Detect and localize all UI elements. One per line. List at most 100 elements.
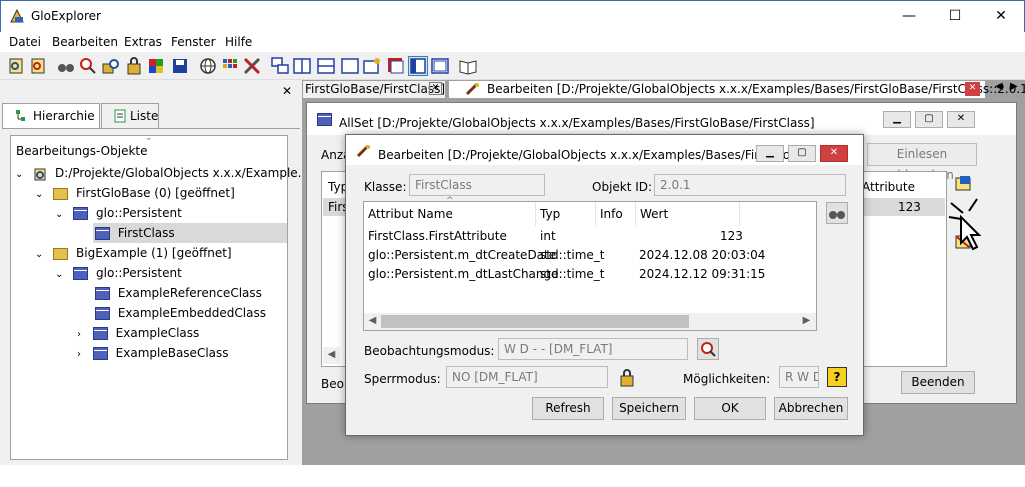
lock-icon[interactable]	[124, 56, 144, 76]
attr-wert-cell: 123	[720, 229, 743, 243]
speichern-button[interactable]: Speichern	[612, 397, 686, 420]
dialog-minimize-button[interactable]: ▁	[756, 145, 784, 162]
toggle-left-panel-icon[interactable]	[408, 56, 428, 76]
col-wert-header[interactable]: Wert	[636, 202, 740, 226]
search-icon[interactable]	[78, 56, 98, 76]
allset-minimize-button[interactable]: ▁	[883, 111, 911, 128]
scroll-left-icon[interactable]: ◀	[364, 313, 381, 330]
close-button[interactable]: ✕	[978, 1, 1024, 32]
folder-icon	[53, 187, 69, 200]
class-icon	[95, 307, 110, 320]
tab-liste[interactable]: Liste	[101, 103, 159, 129]
collapse-icon[interactable]: ⌄	[15, 169, 23, 180]
tab-hierarchie-label: Hierarchie	[33, 109, 95, 123]
open-icon[interactable]	[6, 56, 26, 76]
tab-close-icon[interactable]: ✕	[429, 82, 442, 95]
tile-horizontal-icon[interactable]	[316, 56, 336, 76]
class-icon	[95, 227, 110, 240]
collapse-icon[interactable]: ⌄	[35, 189, 43, 200]
tab-scroll-left-icon[interactable]: ◀	[995, 81, 1003, 92]
minimize-button[interactable]: —	[886, 1, 932, 32]
tree-view[interactable]: Bearbeitungs-Objekte ⌄ ⌄ D:/Projekte/Glo…	[10, 133, 309, 460]
lock-icon[interactable]	[617, 368, 637, 388]
refresh-button[interactable]: Refresh	[532, 397, 604, 420]
scroll-right-icon[interactable]: ▶	[798, 313, 815, 330]
class-icon	[92, 327, 108, 340]
expand-icon[interactable]: ›	[77, 329, 81, 340]
panel-close-icon[interactable]: ✕	[282, 84, 292, 98]
expand-icon[interactable]: ›	[77, 349, 81, 360]
abbrechen-button[interactable]: Abbrechen	[774, 397, 848, 420]
tile-vertical-icon[interactable]	[292, 56, 312, 76]
hierarchy-icon	[15, 109, 27, 126]
title-bar: GloExplorer — ☐ ✕	[0, 0, 1025, 32]
menu-fenster[interactable]: Fenster	[171, 35, 216, 49]
open-readonly-icon[interactable]	[28, 56, 48, 76]
menu-bearbeiten[interactable]: Bearbeiten	[52, 35, 118, 49]
allset-maximize-button[interactable]: ▢	[915, 111, 943, 128]
tree-item-persistent[interactable]: ⌄ glo::Persistent	[55, 203, 182, 223]
beenden-button[interactable]: Beenden	[901, 371, 975, 394]
tree-item-label: ExampleEmbeddedClass	[117, 306, 266, 320]
tree-item-exampleclass[interactable]: › ExampleClass	[77, 323, 199, 343]
horizontal-scrollbar[interactable]: ◀ ▶	[364, 313, 816, 330]
tree-item-bigexample[interactable]: ⌄ BigExample (1) [geöffnet]	[35, 243, 232, 263]
doc-tab-bearbeiten[interactable]: Bearbeiten [D:/Projekte/GlobalObjects x.…	[448, 80, 1025, 99]
tree-item-exampleembeddedclass[interactable]: ExampleEmbeddedClass	[95, 303, 266, 323]
window-list-icon[interactable]	[386, 56, 406, 76]
binoculars-icon[interactable]	[826, 202, 848, 224]
menu-extras[interactable]: Extras	[124, 35, 162, 49]
allset-close-button[interactable]: ✕	[947, 111, 975, 128]
ok-button[interactable]: OK	[694, 397, 766, 420]
doc-tab-allset[interactable]: FirstGloBase/FirstClass] ✕	[302, 80, 446, 99]
window-title: GloExplorer	[31, 9, 101, 23]
lock-search-icon[interactable]	[100, 56, 120, 76]
new-window-icon[interactable]	[362, 56, 382, 76]
dialog-close-button[interactable]: ✕	[820, 145, 848, 162]
collapse-icon[interactable]: ⌄	[55, 209, 63, 220]
allset-scroll-left-icon[interactable]: ◀	[323, 347, 340, 364]
save-icon[interactable]	[170, 56, 190, 76]
color-palette-icon[interactable]	[146, 56, 166, 76]
collapse-icon[interactable]: ⌄	[35, 249, 43, 260]
tree-item-firstglobase[interactable]: ⌄ FirstGloBase (0) [geöffnet]	[35, 183, 235, 203]
allset-side-add-icon[interactable]	[953, 173, 975, 195]
tree-item-firstclass[interactable]: FirstClass	[93, 223, 287, 243]
tab-hierarchie[interactable]: Hierarchie	[2, 103, 100, 129]
cascade-icon[interactable]	[270, 56, 290, 76]
help-icon[interactable]: ?	[827, 367, 847, 387]
maximize-button[interactable]: ☐	[932, 1, 978, 32]
tree-item-examplereferenceclass[interactable]: ExampleReferenceClass	[95, 283, 262, 303]
tools-icon[interactable]	[242, 56, 262, 76]
cancel-read-button[interactable]: Einlesen abbrechen	[867, 143, 977, 182]
tree-item-persistent[interactable]: ⌄ glo::Persistent	[55, 263, 182, 283]
dialog-maximize-button[interactable]: ▢	[788, 145, 816, 162]
watch-search-icon[interactable]	[697, 338, 719, 360]
tree-item-label: BigExample (1) [geöffnet]	[76, 246, 232, 260]
scroll-thumb[interactable]	[381, 315, 689, 328]
tab-scroll-right-icon[interactable]: ▶	[1010, 81, 1018, 92]
tree-item-examplebaseclass[interactable]: › ExampleBaseClass	[77, 343, 229, 363]
window-icon[interactable]	[340, 56, 360, 76]
col-typ-header[interactable]: Typ	[536, 202, 596, 226]
binoculars-icon[interactable]	[56, 56, 76, 76]
menu-datei[interactable]: Datei	[9, 35, 41, 49]
klasse-field: FirstClass	[409, 174, 545, 196]
globe-icon[interactable]	[198, 56, 218, 76]
book-icon[interactable]	[458, 56, 478, 76]
menu-hilfe[interactable]: Hilfe	[225, 35, 252, 49]
collapse-icon[interactable]: ⌄	[55, 269, 63, 280]
tree-item-root[interactable]: ⌄ D:/Projekte/GlobalObjects x.x.x/Exampl…	[15, 163, 309, 183]
tab-close-icon[interactable]: ✕	[965, 82, 980, 96]
sort-chevron-icon: ⌄	[145, 133, 153, 143]
objekt-id-field: 2.0.1	[654, 174, 846, 196]
attr-wert-cell: 2024.12.12 09:31:15	[639, 267, 766, 281]
col-info-header[interactable]: Info	[596, 202, 636, 226]
toggle-right-panel-icon[interactable]	[430, 56, 450, 76]
grid-icon[interactable]	[220, 56, 240, 76]
attribute-grid[interactable]: Attribut Name ^ Typ Info Wert FirstClass…	[363, 196, 817, 331]
objekt-id-label: Objekt ID:	[592, 180, 653, 194]
attr-typ-cell: std::time_t	[540, 248, 605, 262]
attr-name-cell: glo::Persistent.m_dtCreateDate	[368, 248, 557, 262]
tree-item-label: ExampleClass	[115, 326, 200, 340]
